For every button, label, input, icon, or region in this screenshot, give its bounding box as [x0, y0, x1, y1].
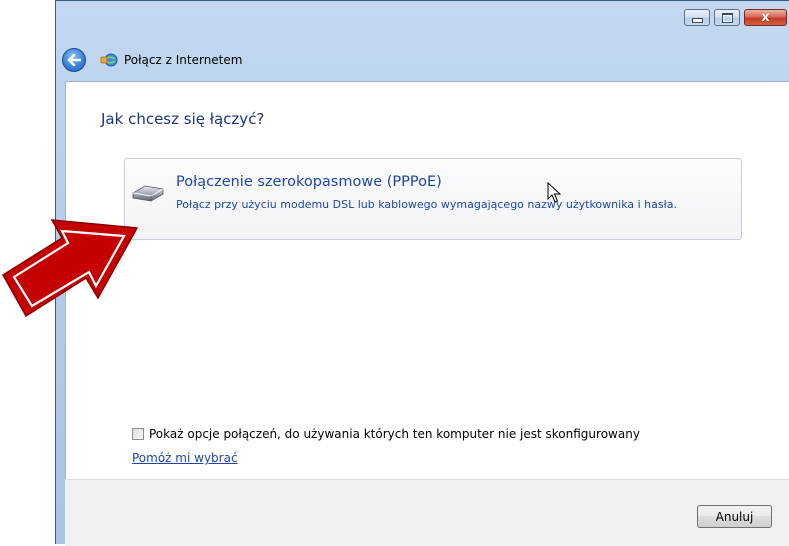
button-bar: Anuluj	[65, 479, 789, 546]
pppoe-option-button[interactable]: Połączenie szerokopasmowe (PPPoE) Połącz…	[124, 158, 742, 240]
network-globe-icon	[100, 53, 118, 67]
window-title: Połącz z Internetem	[124, 53, 243, 67]
annotation-arrow-icon	[1, 219, 139, 318]
wizard-nav-bar: Połącz z Internetem	[62, 45, 789, 75]
page-heading: Jak chcesz się łączyć?	[101, 110, 265, 128]
maximize-icon	[721, 12, 733, 23]
caption-buttons: x	[684, 9, 787, 26]
help-me-choose-link[interactable]: Pomóż mi wybrać	[132, 451, 238, 465]
close-button[interactable]: x	[744, 9, 787, 26]
content-pane: Jak chcesz się łączyć? Połączenie szerok…	[65, 81, 789, 480]
back-arrow-icon	[67, 54, 81, 66]
back-button[interactable]	[62, 48, 86, 72]
dialog-window: x Połącz z Internetem Jak chcesz się łąc…	[55, 0, 789, 546]
close-icon: x	[761, 10, 770, 25]
checkbox-label[interactable]: Pokaż opcje połączeń, do używania któryc…	[149, 427, 640, 441]
mouse-cursor-icon	[547, 182, 561, 203]
minimize-button[interactable]	[684, 9, 710, 26]
option-title: Połączenie szerokopasmowe (PPPoE)	[176, 174, 442, 190]
option-description: Połącz przy użyciu modemu DSL lub kablow…	[176, 198, 677, 211]
cancel-button[interactable]: Anuluj	[697, 505, 772, 528]
minimize-icon	[691, 18, 703, 23]
show-options-checkbox-row[interactable]: Pokaż opcje połączeń, do używania któryc…	[132, 427, 640, 441]
maximize-button[interactable]	[714, 9, 740, 26]
show-options-checkbox[interactable]	[132, 428, 144, 440]
title-bar[interactable]: x	[56, 1, 789, 33]
